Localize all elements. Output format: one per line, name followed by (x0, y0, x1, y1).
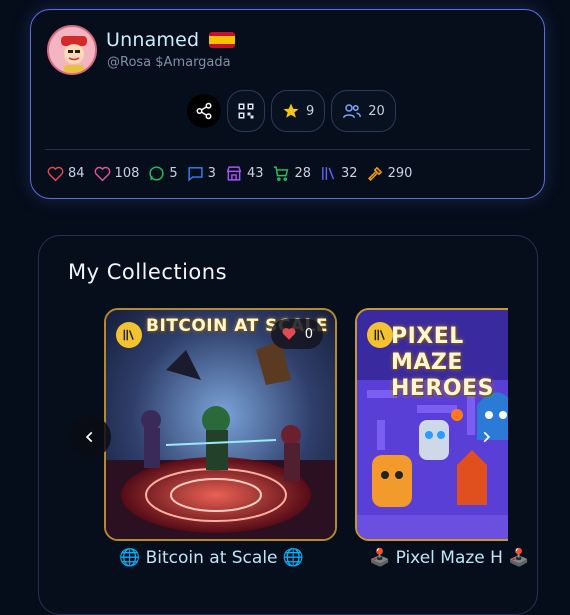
profile-name: Unnamed (106, 29, 200, 51)
stat-value: 290 (387, 166, 413, 181)
qr-code-button[interactable] (227, 90, 265, 132)
stat-value: 84 (68, 166, 85, 181)
library-icon (322, 167, 335, 180)
stars-count: 9 (306, 103, 315, 119)
heart-outline-icon (47, 166, 64, 181)
cart-icon (274, 166, 289, 181)
followers-button[interactable]: 20 (331, 90, 396, 132)
action-row: 9 20 (187, 90, 396, 132)
collection-caption[interactable]: 🌐 Bitcoin at Scale 🌐 (119, 548, 304, 568)
share-button[interactable] (187, 94, 221, 128)
profile-card: Unnamed @Rosa $Amargada 9 20 84 108 5 3 … (30, 9, 545, 199)
card-art-title: PIXEL MAZE HEROES (391, 324, 494, 401)
library-badge-icon (367, 322, 393, 348)
star-icon (283, 103, 299, 118)
cartoon-avatar-icon (49, 27, 95, 73)
stat-comments[interactable]: 5 (148, 165, 178, 182)
heart-outline-icon (94, 166, 110, 181)
stat-cart[interactable]: 28 (272, 165, 311, 182)
stat-messages[interactable]: 3 (187, 165, 216, 182)
users-icon (343, 104, 362, 118)
qr-code-icon (238, 103, 254, 119)
library-badge-icon (116, 322, 142, 348)
carousel-prev-button[interactable] (69, 416, 111, 458)
divider (45, 149, 530, 150)
stat-library[interactable]: 32 (320, 165, 358, 182)
stat-crafted[interactable]: 290 (367, 165, 413, 182)
stars-button[interactable]: 9 (271, 90, 326, 132)
followers-count: 20 (368, 103, 385, 119)
share-icon (196, 102, 212, 120)
stat-store[interactable]: 43 (225, 165, 264, 182)
like-count: 0 (304, 326, 313, 342)
collection-card[interactable]: BITCOIN AT SCALE 0 (104, 308, 337, 541)
chat-bubble-icon (149, 166, 164, 181)
stat-value: 43 (246, 166, 264, 181)
stat-favorites[interactable]: 108 (94, 166, 140, 182)
profile-handle: @Rosa $Amargada (107, 55, 231, 70)
name-row: Unnamed (106, 29, 236, 51)
collections-carousel[interactable]: BITCOIN AT SCALE 0 PIXEL MAZE HEROES (104, 308, 508, 543)
stats-row: 84 108 5 3 43 28 32 290 (47, 165, 412, 182)
stat-value: 3 (207, 166, 216, 181)
heart-filled-icon (282, 328, 296, 340)
stat-value: 28 (294, 166, 312, 181)
hammer-icon (367, 166, 382, 181)
avatar[interactable] (47, 25, 97, 75)
chevron-left-icon (85, 431, 93, 443)
spain-flag-icon (209, 32, 236, 48)
collections-panel: My Collections BITCOIN AT SCALE 0 PIXEL … (38, 235, 538, 615)
stat-value: 5 (169, 166, 178, 181)
store-icon (226, 166, 242, 181)
carousel-next-button[interactable] (465, 416, 507, 458)
message-square-icon (188, 167, 203, 182)
like-button[interactable]: 0 (270, 319, 323, 349)
stat-value: 32 (341, 166, 358, 181)
section-title: My Collections (68, 260, 228, 284)
stat-likes[interactable]: 84 (47, 166, 85, 182)
collection-caption[interactable]: 🕹️ Pixel Maze H 🕹️ (369, 548, 530, 568)
chevron-right-icon (483, 431, 491, 443)
stat-value: 108 (114, 166, 140, 181)
